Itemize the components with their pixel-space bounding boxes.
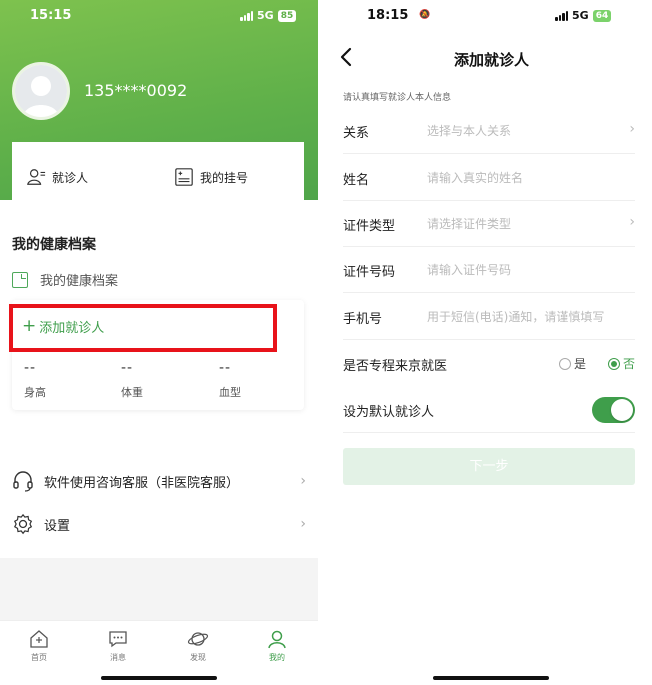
message-icon <box>109 631 127 648</box>
menu-item-settings[interactable]: 设置 › <box>12 513 306 535</box>
radio-no[interactable]: 否 <box>607 355 635 372</box>
metric-height: -- 身高 <box>24 360 46 400</box>
tab-label: 我的 <box>269 653 285 662</box>
tab-label: 首页 <box>31 653 47 662</box>
health-archive-link[interactable]: 我的健康档案 <box>12 270 118 289</box>
tab-discover[interactable]: 发现 <box>178 629 218 663</box>
field-label: 证件类型 <box>343 219 396 234</box>
menu-item-label: 设置 <box>44 518 71 534</box>
chevron-right-icon: › <box>629 214 635 230</box>
field-phone: 手机号 <box>343 294 635 340</box>
radio-label: 是 <box>573 357 586 371</box>
quick-action-label: 就诊人 <box>52 170 89 185</box>
form-hint: 请认真填写就诊人本人信息 <box>343 93 452 103</box>
home-indicator <box>433 676 549 680</box>
chevron-right-icon: › <box>629 121 635 137</box>
radio-label: 否 <box>622 357 635 371</box>
phone-input[interactable] <box>427 307 633 327</box>
user-phone: 135****0092 <box>84 81 188 100</box>
field-relationship[interactable]: 关系 › <box>343 108 635 154</box>
default-patient-toggle[interactable] <box>592 397 635 423</box>
field-label: 姓名 <box>343 173 370 188</box>
id-type-select[interactable] <box>427 214 633 234</box>
metric-label: 身高 <box>24 386 46 399</box>
avatar[interactable] <box>12 62 70 120</box>
field-label: 关系 <box>343 126 370 141</box>
next-button[interactable]: 下一步 <box>343 448 635 485</box>
battery-icon: 64 <box>592 9 612 22</box>
chevron-right-icon: › <box>300 473 306 489</box>
headset-icon <box>13 471 33 492</box>
quick-action-label: 我的挂号 <box>200 170 249 185</box>
status-indicators: 5G 64 <box>555 9 612 22</box>
field-id-number: 证件号码 <box>343 247 635 293</box>
quick-actions-card: 就诊人 我的挂号 <box>12 142 304 204</box>
menu-item-label: 软件使用咨询客服（非医院客服） <box>44 475 240 491</box>
right-screen: 18:15 🔕 5G 64 添加就诊人 请认真填写就诊人本人信息 关系 › 姓名… <box>331 0 652 685</box>
status-indicators: 5G 85 <box>240 9 297 22</box>
field-id-type[interactable]: 证件类型 › <box>343 201 635 247</box>
metric-label: 体重 <box>121 386 143 399</box>
chevron-right-icon: › <box>300 516 306 532</box>
relationship-select[interactable] <box>427 121 633 141</box>
gear-icon <box>13 513 33 535</box>
left-screen: 15:15 5G 85 135****0092 就诊人 我的挂号 我的健康档案 … <box>0 0 318 685</box>
network-label: 5G <box>257 9 274 22</box>
field-label: 设为默认就诊人 <box>343 405 435 420</box>
patient-card-icon <box>27 169 46 185</box>
field-label: 手机号 <box>343 312 383 327</box>
registration-list-icon <box>175 168 193 186</box>
radio-circle-icon <box>558 357 571 370</box>
tab-home[interactable]: 首页 <box>19 629 59 663</box>
menu-item-support[interactable]: 软件使用咨询客服（非医院客服） › <box>12 470 306 492</box>
name-input[interactable] <box>427 168 633 188</box>
home-indicator <box>101 676 217 680</box>
field-beijing-visit: 是否专程来京就医 是 否 <box>343 341 635 387</box>
planet-icon <box>187 632 209 646</box>
tab-label: 发现 <box>190 653 206 662</box>
field-label: 是否专程来京就医 <box>343 359 448 374</box>
network-label: 5G <box>572 9 589 22</box>
field-default-patient: 设为默认就诊人 <box>343 387 635 433</box>
quick-action-registrations[interactable]: 我的挂号 <box>174 166 248 188</box>
battery-icon: 85 <box>277 9 297 22</box>
quick-action-patients[interactable]: 就诊人 <box>26 166 88 188</box>
metric-label: 血型 <box>219 386 241 399</box>
highlight-annotation-box <box>9 304 277 352</box>
field-label: 证件号码 <box>343 265 396 280</box>
metric-weight: -- 体重 <box>121 360 143 400</box>
tab-messages[interactable]: 消息 <box>98 629 138 663</box>
bell-icon: 🔕 <box>419 10 431 20</box>
status-time: 18:15 <box>367 8 409 23</box>
signal-icon <box>555 10 568 21</box>
home-icon <box>30 630 48 648</box>
radio-checked-icon <box>607 357 620 370</box>
user-icon <box>268 630 286 649</box>
field-name: 姓名 <box>343 155 635 201</box>
page-title: 添加就诊人 <box>453 51 529 69</box>
metric-value: -- <box>219 360 232 376</box>
id-number-input[interactable] <box>427 260 633 280</box>
avatar-silhouette-icon <box>15 65 67 117</box>
beijing-radio-group: 是 否 <box>558 355 635 372</box>
metric-blood-type: -- 血型 <box>219 360 241 400</box>
health-archive-label: 我的健康档案 <box>40 274 119 289</box>
tab-mine[interactable]: 我的 <box>257 629 297 663</box>
metric-value: -- <box>121 360 134 376</box>
tab-label: 消息 <box>110 653 126 662</box>
status-time: 15:15 <box>30 8 72 23</box>
signal-icon <box>240 10 253 21</box>
metric-value: -- <box>24 360 37 376</box>
radio-yes[interactable]: 是 <box>558 355 586 372</box>
health-section-title: 我的健康档案 <box>12 237 96 253</box>
document-icon <box>12 271 28 288</box>
